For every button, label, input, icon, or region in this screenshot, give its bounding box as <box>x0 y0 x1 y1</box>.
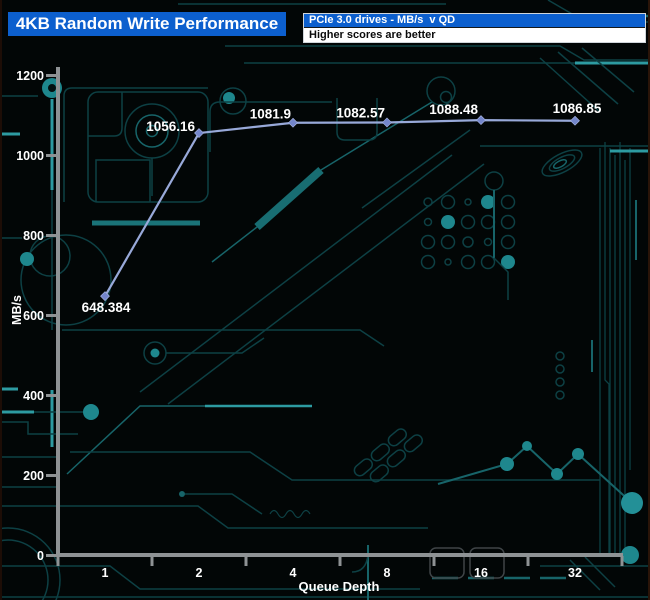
chart-subtitle-box: PCIe 3.0 drives - MB/s v QD Higher score… <box>303 13 646 43</box>
y-tick-label: 1000 <box>16 149 44 163</box>
y-tick-label: 800 <box>23 229 44 243</box>
chart-subtitle-note: Higher scores are better <box>304 27 645 42</box>
x-tick-label: 8 <box>384 566 391 580</box>
series-line <box>104 119 576 297</box>
x-axis-title: Queue Depth <box>299 579 380 594</box>
data-point-label: 1081.9 <box>250 107 291 122</box>
x-tick-label: 4 <box>290 566 297 580</box>
x-tick-label: 2 <box>196 566 203 580</box>
chart-title: 4KB Random Write Performance <box>8 12 286 36</box>
x-tick-label: 32 <box>568 566 582 580</box>
y-tick-label: 200 <box>23 469 44 483</box>
x-tick-label: 16 <box>474 566 488 580</box>
y-tick-label: 1200 <box>16 69 44 83</box>
chart-subtitle-series: PCIe 3.0 drives - MB/s v QD <box>304 14 645 27</box>
data-point-label: 1056.16 <box>146 119 195 134</box>
data-point-marker <box>194 128 204 138</box>
data-point-label: 1082.57 <box>336 105 385 120</box>
data-point-label: 648.384 <box>82 300 131 315</box>
y-tick-label: 0 <box>37 549 44 563</box>
panel-edge-left <box>0 0 2 600</box>
y-tick-label: 600 <box>23 309 44 323</box>
data-point-label: 1088.48 <box>429 102 478 117</box>
y-axis-title: MB/s <box>10 295 24 325</box>
x-tick-label: 1 <box>102 566 109 580</box>
chart-panel: 0 200 400 600 800 1000 1200 1 2 4 8 16 32 Queue Depth… <box>0 0 650 600</box>
data-point-label: 1086.85 <box>553 101 602 116</box>
line-chart: 0 200 400 600 800 1000 1200 1 2 4 8 16 32 Queue Depth… <box>10 67 624 594</box>
y-tick-label: 400 <box>23 389 44 403</box>
data-point-marker <box>570 115 580 126</box>
